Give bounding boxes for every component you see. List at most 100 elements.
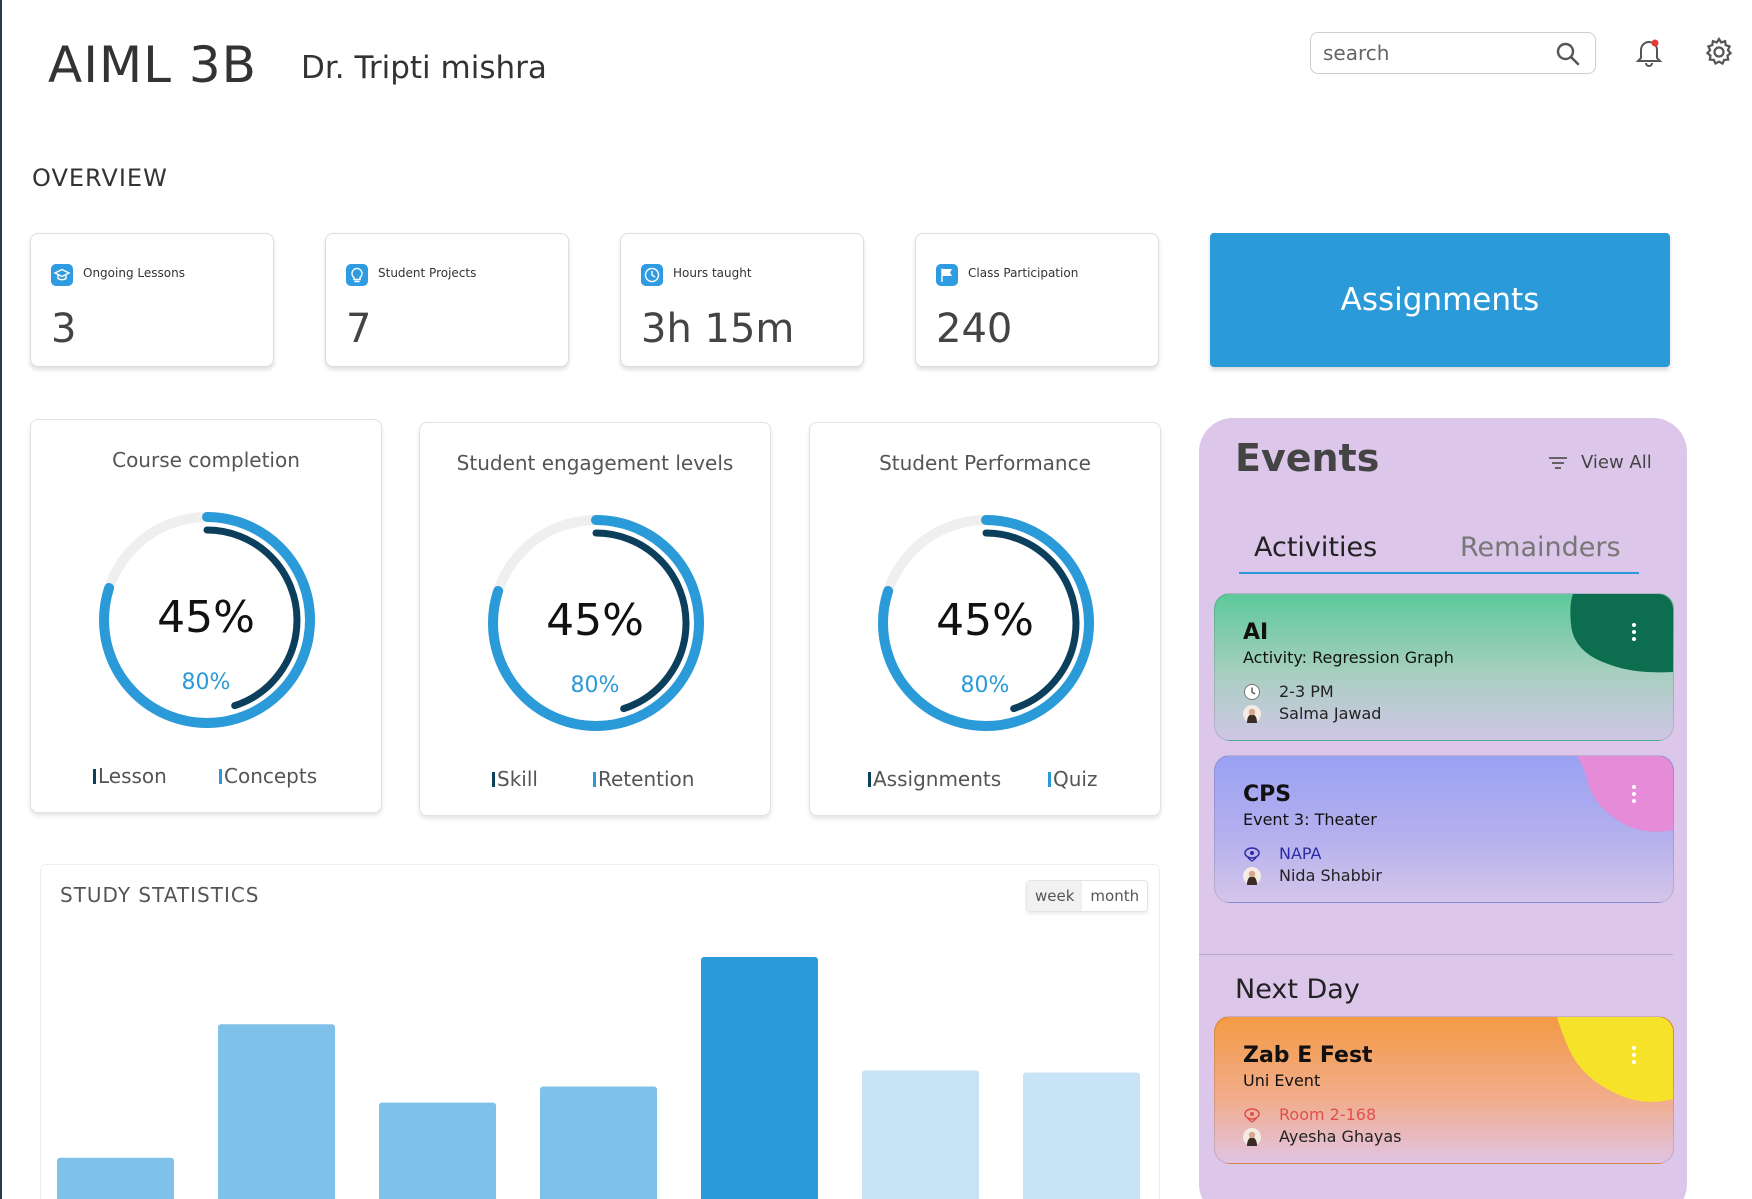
- legend-label: Concepts: [224, 764, 318, 788]
- search-box[interactable]: [1310, 32, 1596, 74]
- legend-mark: [868, 771, 871, 787]
- ring-sub-percentage: 80%: [570, 673, 620, 698]
- next-day-heading: Next Day: [1235, 974, 1360, 1005]
- search-input[interactable]: [1323, 39, 1543, 67]
- legend-label: Lesson: [98, 764, 167, 788]
- view-all-button[interactable]: View All: [1547, 452, 1652, 473]
- event-title: CPS: [1243, 782, 1292, 807]
- legend-item-assignments: Assignments: [868, 767, 1001, 791]
- bar: [540, 1086, 657, 1199]
- avatar: [1243, 866, 1261, 885]
- event-detail: Room 2-168: [1279, 1105, 1377, 1124]
- ring-title: Student Performance: [879, 451, 1091, 475]
- student-engagement-card: Student engagement levels 45% 80% Skill …: [419, 422, 771, 816]
- ring-title: Course completion: [112, 448, 300, 472]
- stat-label: Class Participation: [968, 266, 1079, 280]
- graduation-cap-icon: [51, 264, 73, 286]
- toggle-week[interactable]: week: [1027, 881, 1083, 911]
- more-options-icon[interactable]: [1631, 784, 1637, 804]
- bar: [218, 1024, 335, 1199]
- stat-card-ongoing-lessons[interactable]: Ongoing Lessons 3: [30, 233, 274, 367]
- clock-icon: [641, 264, 663, 286]
- bar: [1023, 1072, 1140, 1199]
- search-icon[interactable]: [1555, 41, 1581, 67]
- flag-icon: [936, 264, 958, 286]
- event-person: Salma Jawad: [1279, 704, 1382, 723]
- stat-card-class-participation[interactable]: Class Participation 240: [915, 233, 1159, 367]
- study-statistics-chart: [57, 957, 1140, 1199]
- tab-activities[interactable]: Activities: [1254, 532, 1377, 563]
- study-statistics-title: STUDY STATISTICS: [60, 883, 260, 907]
- stat-label: Ongoing Lessons: [83, 266, 185, 280]
- legend-label: Skill: [497, 767, 538, 791]
- event-card-ai[interactable]: AI Activity: Regression Graph 2-3 PM Sal…: [1214, 593, 1674, 741]
- legend-item-lesson: Lesson: [93, 764, 167, 788]
- study-statistics-card: STUDY STATISTICS week month: [40, 864, 1160, 1199]
- legend-label: Assignments: [873, 767, 1002, 791]
- stat-label: Hours taught: [673, 266, 752, 280]
- ring-main-percentage: 45%: [546, 595, 644, 646]
- student-performance-card: Student Performance 45% 80% Assignments …: [809, 422, 1161, 816]
- toggle-month[interactable]: month: [1082, 881, 1147, 911]
- event-detail: 2-3 PM: [1279, 682, 1334, 701]
- event-subtitle: Event 3: Theater: [1243, 810, 1377, 829]
- stat-card-hours-taught[interactable]: Hours taught 3h 15m: [620, 233, 864, 367]
- event-title: Zab E Fest: [1243, 1043, 1373, 1068]
- avatar: [1243, 704, 1261, 723]
- stat-label: Student Projects: [378, 266, 477, 280]
- events-divider: [1199, 954, 1673, 955]
- event-title: AI: [1243, 620, 1269, 645]
- event-time: 2-3 PM: [1243, 682, 1334, 701]
- period-toggle[interactable]: week month: [1026, 880, 1149, 912]
- card-decoration: [1577, 756, 1673, 832]
- legend-mark: [1048, 771, 1051, 787]
- stat-card-student-projects[interactable]: Student Projects 7: [325, 233, 569, 367]
- bar: [379, 1102, 496, 1199]
- legend-item-concepts: Concepts: [219, 764, 317, 788]
- window-edge: [0, 0, 2, 1199]
- more-options-icon[interactable]: [1631, 1045, 1637, 1065]
- legend-mark: [93, 768, 96, 784]
- lightbulb-icon: [346, 264, 368, 286]
- settings-gear-icon[interactable]: [1703, 36, 1735, 68]
- event-subtitle: Uni Event: [1243, 1071, 1321, 1090]
- legend-item-quiz: Quiz: [1048, 767, 1097, 791]
- overview-title: OVERVIEW: [32, 164, 168, 192]
- card-decoration: [1570, 594, 1673, 673]
- location-icon: [1244, 846, 1260, 862]
- tab-underline: [1239, 572, 1639, 574]
- assignments-button[interactable]: Assignments: [1210, 233, 1670, 367]
- event-person: Nida Shabbir: [1279, 866, 1382, 885]
- events-panel: Events View All Activities Remainders AI…: [1199, 418, 1687, 1199]
- legend-mark: [492, 771, 495, 787]
- event-host: Nida Shabbir: [1243, 866, 1382, 885]
- event-subtitle: Activity: Regression Graph: [1243, 648, 1454, 667]
- stat-value: 3h 15m: [641, 306, 795, 352]
- course-title: AIML 3B: [48, 36, 257, 94]
- events-title: Events: [1235, 436, 1380, 480]
- event-card-cps[interactable]: CPS Event 3: Theater NAPA Nida Shabbir: [1214, 755, 1674, 903]
- ring-title: Student engagement levels: [456, 451, 734, 475]
- filter-icon: [1549, 456, 1567, 469]
- legend-mark: [593, 771, 596, 787]
- tab-remainders[interactable]: Remainders: [1460, 532, 1621, 563]
- notification-bell-icon[interactable]: [1634, 36, 1664, 68]
- course-completion-card: Course completion 45% 80% Lesson Concept…: [30, 419, 382, 813]
- card-decoration: [1557, 1017, 1673, 1102]
- legend-item-retention: Retention: [593, 767, 694, 791]
- event-card-zab-e-fest[interactable]: Zab E Fest Uni Event Room 2-168 Ayesha G…: [1214, 1016, 1674, 1164]
- ring-sub-percentage: 80%: [960, 673, 1010, 698]
- event-host: Ayesha Ghayas: [1243, 1127, 1402, 1146]
- event-location: NAPA: [1243, 844, 1321, 863]
- ring-main-percentage: 45%: [936, 595, 1034, 646]
- legend-item-skill: Skill: [492, 767, 538, 791]
- legend-label: Retention: [598, 767, 695, 791]
- ring-sub-percentage: 80%: [181, 670, 231, 695]
- event-location: Room 2-168: [1243, 1105, 1376, 1124]
- ring-main-percentage: 45%: [157, 592, 255, 643]
- event-detail: NAPA: [1279, 844, 1322, 863]
- stat-value: 3: [51, 306, 77, 352]
- more-options-icon[interactable]: [1631, 622, 1637, 642]
- stat-value: 7: [346, 306, 372, 352]
- bar: [701, 957, 818, 1199]
